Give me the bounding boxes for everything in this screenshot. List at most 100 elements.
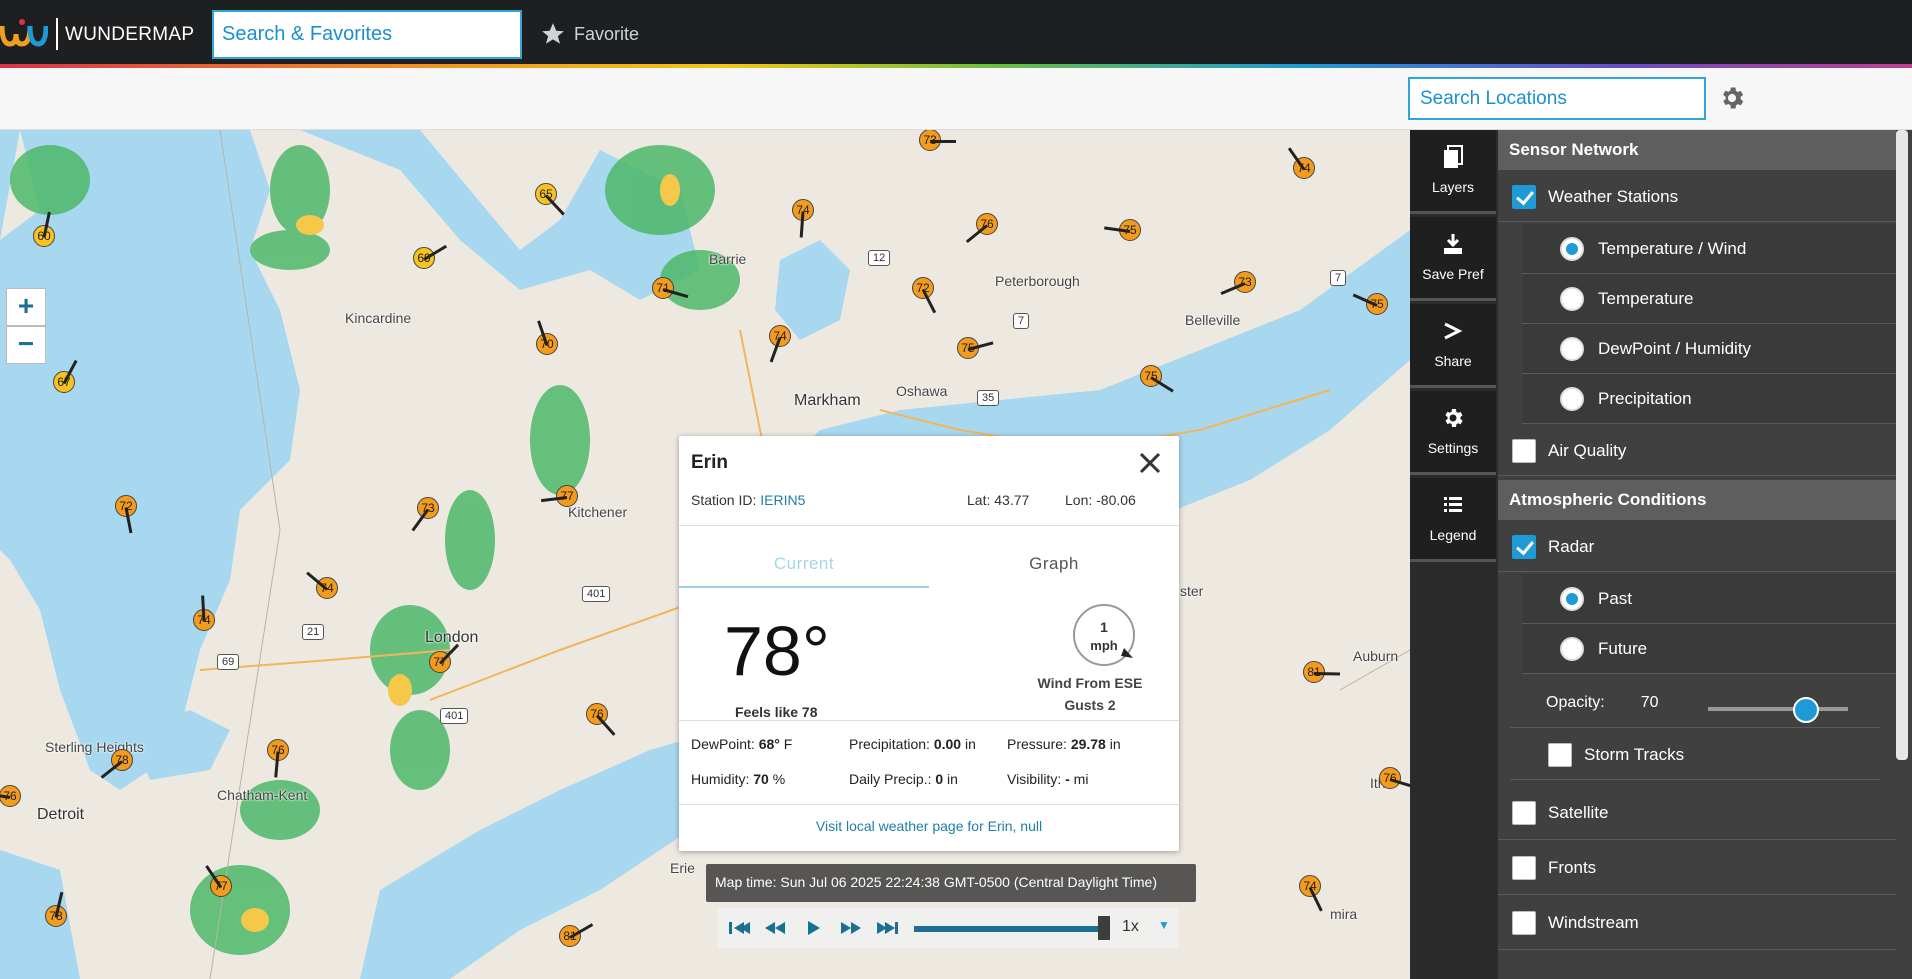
divider xyxy=(679,720,1179,721)
stat-unit: F xyxy=(783,736,793,752)
weather-station-marker[interactable]: 74 xyxy=(769,325,791,347)
city-label: ster xyxy=(1180,583,1204,599)
nav-save-pref[interactable]: Save Pref xyxy=(1410,217,1496,301)
highway-shield: 7 xyxy=(1330,270,1347,286)
radio[interactable] xyxy=(1560,336,1584,361)
option-label: Past xyxy=(1598,588,1633,608)
radio-dewpoint-humidity[interactable]: DewPoint / Humidity xyxy=(1522,324,1896,374)
zoom-in-button[interactable]: + xyxy=(6,288,46,326)
timeline-handle[interactable] xyxy=(1098,916,1110,940)
toggle-satellite[interactable]: Satellite xyxy=(1498,786,1896,840)
weather-station-marker[interactable]: 74 xyxy=(1299,875,1321,897)
stat-unit: in xyxy=(947,771,958,787)
toggle-fronts[interactable]: Fronts xyxy=(1498,841,1896,895)
option-label: Temperature / Wind xyxy=(1598,238,1747,258)
opacity-slider-handle[interactable] xyxy=(1793,697,1819,723)
checkbox[interactable] xyxy=(1512,184,1536,209)
nav-label: Layers xyxy=(1431,179,1475,195)
stat-label: Humidity: xyxy=(691,771,750,787)
weather-station-marker[interactable]: 73 xyxy=(1234,271,1256,293)
nav-layers[interactable]: Layers xyxy=(1410,130,1496,214)
timeline-track[interactable] xyxy=(914,926,1104,932)
nav-settings[interactable]: Settings xyxy=(1410,391,1496,475)
visit-local-weather-link[interactable]: Visit local weather page for Erin, null xyxy=(679,818,1179,834)
stat-value: 68° xyxy=(758,736,780,752)
stat-value: 70 xyxy=(753,771,769,787)
chevron-down-icon[interactable]: ▼ xyxy=(1158,918,1170,932)
favorite-button[interactable]: Favorite xyxy=(540,18,639,50)
city-label: London xyxy=(425,629,479,646)
speed-select[interactable]: 1x xyxy=(1122,918,1139,936)
option-label: Fronts xyxy=(1548,857,1597,877)
radio[interactable] xyxy=(1560,636,1584,661)
opacity-value: 70 xyxy=(1640,693,1659,711)
option-label: Precipitation xyxy=(1598,388,1692,408)
checkbox[interactable] xyxy=(1512,438,1536,463)
highway-shield: 401 xyxy=(440,708,469,724)
play-icon[interactable] xyxy=(798,914,828,942)
highway-shield: 69 xyxy=(217,654,240,670)
checkbox[interactable] xyxy=(1512,800,1536,825)
checkbox[interactable] xyxy=(1512,910,1536,935)
radio-temperature[interactable]: Temperature xyxy=(1522,274,1896,324)
side-nav: Layers Save Pref Share Settings Legend xyxy=(1410,130,1498,979)
opacity-slider[interactable] xyxy=(1708,707,1848,711)
search-favorites-input[interactable]: Search & Favorites xyxy=(212,10,522,59)
zoom-out-button[interactable]: − xyxy=(6,326,46,364)
stat-precipitation: Precipitation: 0.00 in xyxy=(849,736,976,752)
city-label: Kincardine xyxy=(345,310,412,326)
opacity-row: Opacity: 70 xyxy=(1510,678,1880,728)
radio-precipitation[interactable]: Precipitation xyxy=(1522,374,1896,424)
top-bar: WUNDERMAP Search & Favorites Favorite xyxy=(0,0,1912,68)
radio[interactable] xyxy=(1560,236,1584,261)
layers-icon xyxy=(1444,145,1463,168)
star-icon xyxy=(542,23,564,44)
city-label: Chatham-Kent xyxy=(217,787,308,803)
radio-past[interactable]: Past xyxy=(1522,574,1896,624)
station-id-link[interactable]: IERIN5 xyxy=(760,492,805,508)
toggle-radar[interactable]: Radar xyxy=(1498,522,1896,572)
current-temperature: 78° xyxy=(724,612,830,690)
city-label: Kitchener xyxy=(568,504,628,520)
toggle-storm-tracks[interactable]: Storm Tracks xyxy=(1510,730,1880,780)
gear-icon[interactable] xyxy=(1718,84,1746,112)
highway-shield: 7 xyxy=(1013,313,1030,329)
wind-unit: mph xyxy=(1090,638,1118,653)
nav-label: Legend xyxy=(1429,527,1477,543)
radio[interactable] xyxy=(1560,286,1584,311)
skip-start-icon[interactable] xyxy=(722,914,752,942)
radio[interactable] xyxy=(1560,386,1584,411)
stat-unit: in xyxy=(1109,736,1121,752)
close-icon[interactable] xyxy=(1135,448,1165,478)
checkbox[interactable] xyxy=(1548,742,1572,767)
nav-legend[interactable]: Legend xyxy=(1410,478,1496,562)
checkbox[interactable] xyxy=(1512,855,1536,880)
search-locations-input[interactable]: Search Locations xyxy=(1408,77,1706,120)
radio[interactable] xyxy=(1560,586,1584,611)
layers-panel: Sensor Network Weather Stations Temperat… xyxy=(1498,130,1912,979)
wind-barb xyxy=(1313,672,1341,676)
radio-temp-wind[interactable]: Temperature / Wind xyxy=(1522,224,1896,274)
tab-graph[interactable]: Graph xyxy=(929,546,1179,588)
option-label: Satellite xyxy=(1548,802,1609,822)
radio-future[interactable]: Future xyxy=(1522,624,1896,674)
city-label: Markham xyxy=(794,392,861,409)
panel-scrollbar[interactable] xyxy=(1896,130,1908,760)
city-label: Oshawa xyxy=(896,383,948,399)
skip-end-icon[interactable] xyxy=(874,914,904,942)
favorite-label: Favorite xyxy=(574,23,640,44)
toggle-air-quality[interactable]: Air Quality xyxy=(1498,426,1896,476)
option-label: DewPoint / Humidity xyxy=(1598,338,1752,358)
tab-current[interactable]: Current xyxy=(679,546,929,588)
city-label: Erie xyxy=(670,860,695,876)
wind-speed: 1 xyxy=(1100,619,1108,635)
stat-unit: mi xyxy=(1073,771,1089,787)
checkbox[interactable] xyxy=(1512,534,1536,559)
toggle-weather-stations[interactable]: Weather Stations xyxy=(1498,172,1896,222)
station-id-label: Station ID: xyxy=(691,492,757,508)
step-back-icon[interactable] xyxy=(760,914,790,942)
nav-share[interactable]: Share xyxy=(1410,304,1496,388)
step-forward-icon[interactable] xyxy=(836,914,866,942)
toggle-windstream[interactable]: Windstream xyxy=(1498,896,1896,950)
wu-logo[interactable] xyxy=(0,16,48,52)
